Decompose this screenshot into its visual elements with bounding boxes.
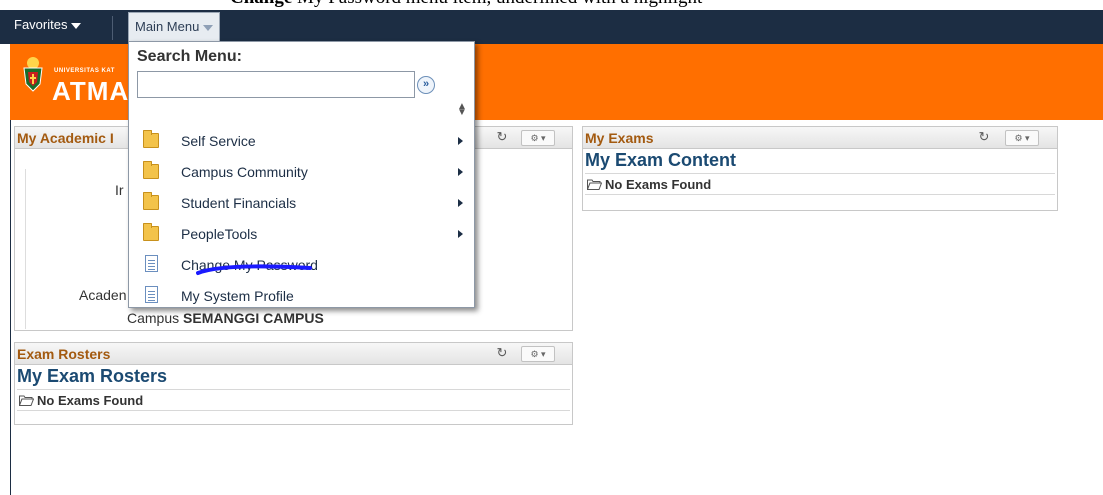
folder-open-icon (19, 395, 34, 406)
menu-item-label: Campus Community (181, 164, 308, 180)
pagelet-options-icon[interactable]: ⚙ ▾ (521, 130, 555, 146)
search-menu-input[interactable] (137, 71, 415, 98)
menu-item-label: My System Profile (181, 288, 294, 304)
campus-value: SEMANGGI CAMPUS (183, 310, 324, 326)
folder-icon (143, 223, 159, 241)
menu-list: Self Service Campus Community Student Fi… (129, 126, 474, 312)
exams-pagelet: My Exams ↻ ⚙ ▾ My Exam Content No Exams … (582, 126, 1058, 211)
folder-icon (143, 130, 159, 148)
top-nav-bar: Favorites Main Menu (0, 10, 1103, 44)
search-menu-label: Search Menu: (137, 48, 242, 65)
exam-rosters-title: My Exam Rosters (17, 366, 168, 386)
menu-item-campus-community[interactable]: Campus Community (129, 157, 474, 188)
main-menu-label: Main Menu (135, 19, 200, 34)
pagelet-options-icon[interactable]: ⚙ ▾ (521, 346, 555, 362)
pagelet-header: My Exams ↻ ⚙ ▾ (583, 127, 1057, 149)
empty-state: No Exams Found (585, 173, 1055, 195)
empty-state: No Exams Found (17, 389, 570, 411)
caption-strip: Change My Password menu item, underlined… (0, 0, 1103, 10)
submenu-arrow-icon (458, 168, 463, 176)
underline-annotation (196, 264, 312, 275)
refresh-icon[interactable]: ↻ (495, 346, 509, 360)
detail-label-fragment: Ir (115, 182, 124, 198)
menu-item-peopletools[interactable]: PeopleTools (129, 219, 474, 250)
pagelet-options-icon[interactable]: ⚙ ▾ (1005, 130, 1039, 146)
favorites-label: Favorites (14, 17, 68, 32)
submenu-arrow-icon (458, 199, 463, 207)
folder-icon (143, 161, 159, 179)
campus-label: Campus (127, 310, 180, 326)
pagelet-header: Exam Rosters ↻ ⚙ ▾ (15, 343, 572, 365)
university-logo[interactable]: UNIVERSITAS KAT ATMA (16, 50, 136, 114)
crest-icon (23, 57, 43, 92)
menu-item-label: Student Financials (181, 195, 297, 211)
chevron-down-icon (203, 24, 214, 31)
logo-small-text: UNIVERSITAS KAT (54, 68, 115, 74)
left-border-rule (10, 120, 11, 495)
search-go-icon[interactable]: » (417, 76, 435, 94)
document-icon (145, 286, 158, 303)
folder-icon (143, 192, 159, 210)
sort-icon[interactable]: ▲ ▼ (457, 102, 467, 118)
menu-item-label: Self Service (181, 133, 256, 149)
pagelet-title: My Academic I (17, 130, 114, 146)
nav-divider (112, 16, 113, 40)
document-icon (145, 255, 158, 272)
campus-row: Campus SEMANGGI CAMPUS (127, 310, 324, 326)
detail-label-fragment: Acaden (79, 287, 127, 303)
menu-item-self-service[interactable]: Self Service (129, 126, 474, 157)
submenu-arrow-icon (458, 230, 463, 238)
favorites-menu-button[interactable]: Favorites (6, 10, 89, 44)
main-menu-button[interactable]: Main Menu (128, 12, 221, 42)
empty-state-text: No Exams Found (37, 393, 144, 408)
submenu-arrow-icon (458, 137, 463, 145)
chevron-down-icon (71, 22, 82, 29)
exam-content-title: My Exam Content (585, 150, 737, 170)
folder-open-icon (587, 179, 602, 190)
pagelet-title: Exam Rosters (17, 346, 111, 362)
exam-rosters-pagelet: Exam Rosters ↻ ⚙ ▾ My Exam Rosters No Ex… (14, 342, 573, 425)
empty-state-text: No Exams Found (605, 177, 712, 192)
caption-text: Change My Password menu item, underlined… (230, 0, 702, 9)
menu-item-label: PeopleTools (181, 226, 258, 242)
menu-item-my-system-profile[interactable]: My System Profile (129, 281, 474, 312)
menu-item-student-financials[interactable]: Student Financials (129, 188, 474, 219)
logo-big-text: ATMA (52, 76, 130, 106)
pagelet-title: My Exams (585, 130, 654, 146)
refresh-icon[interactable]: ↻ (495, 130, 509, 144)
refresh-icon[interactable]: ↻ (977, 130, 991, 144)
